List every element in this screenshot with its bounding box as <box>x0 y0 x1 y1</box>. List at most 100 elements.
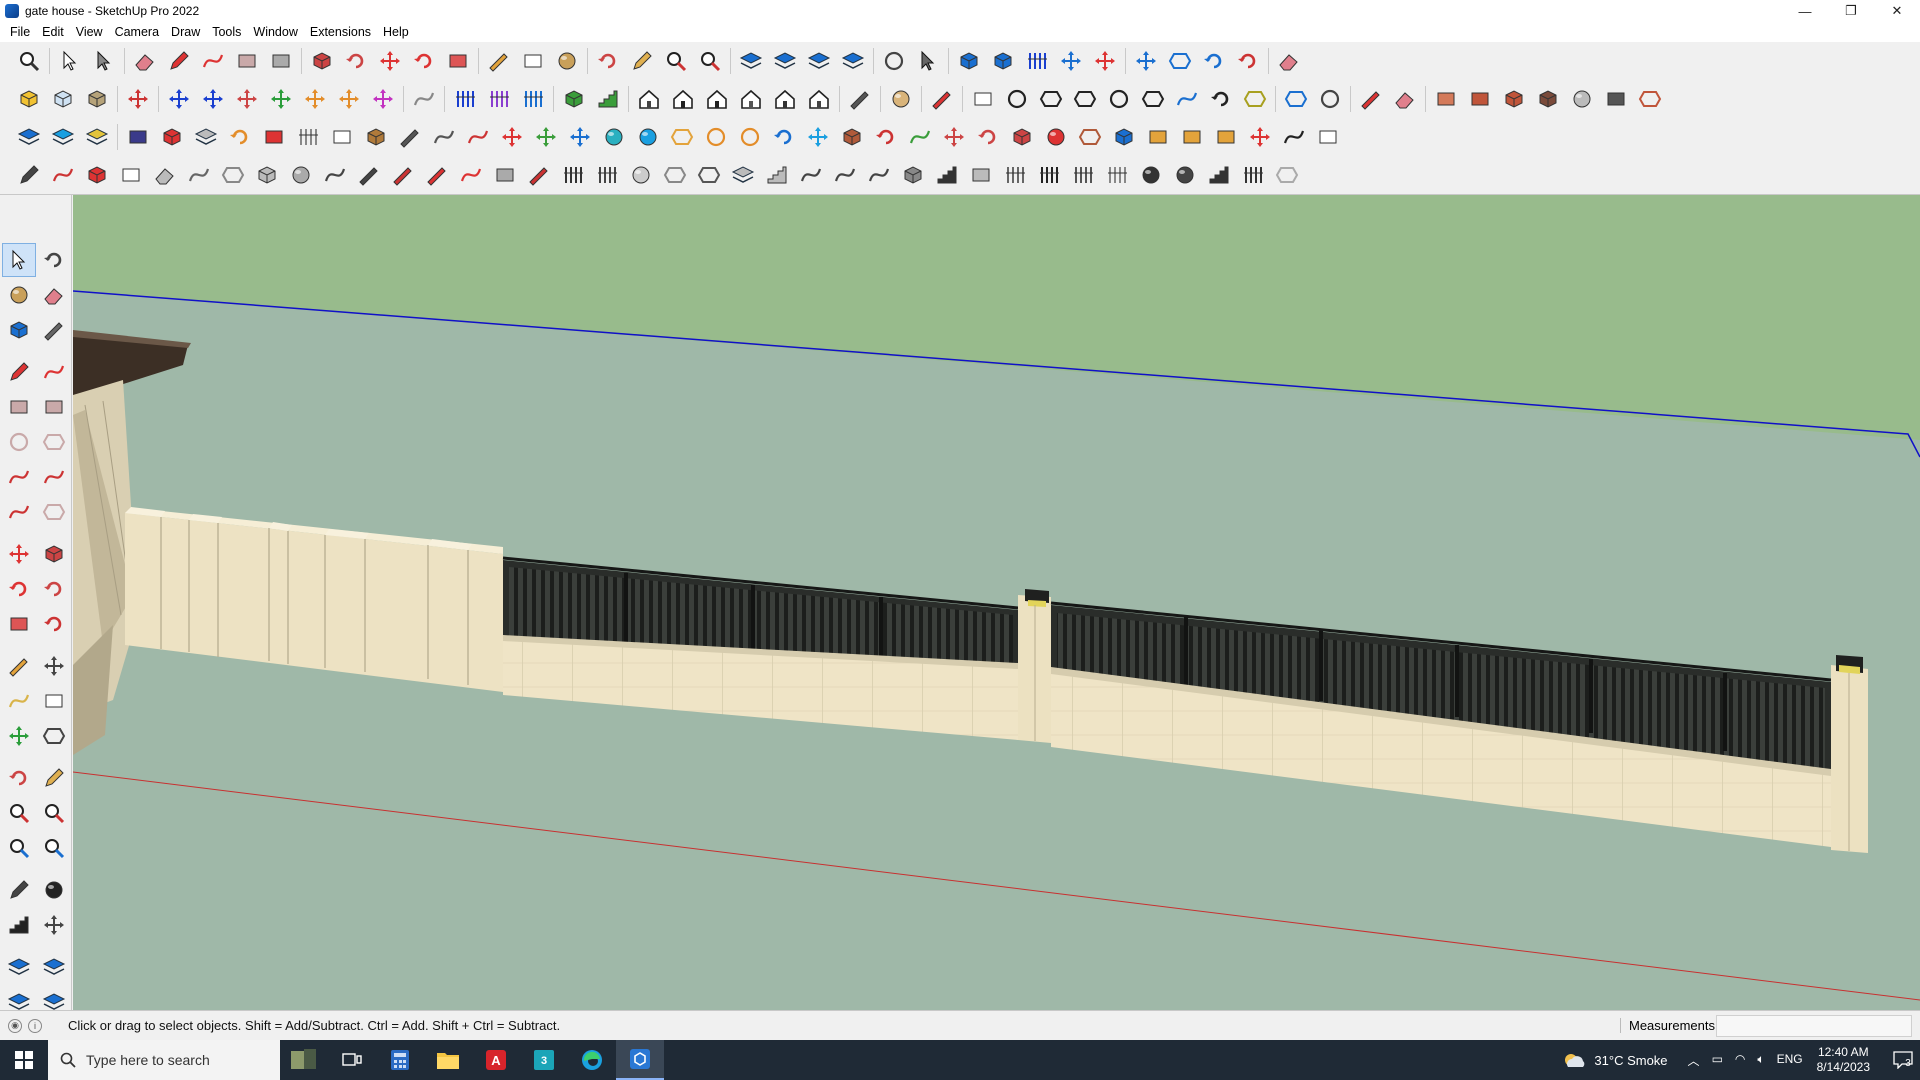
lt-extension-warehouse-button[interactable] <box>37 950 71 984</box>
tilt-button[interactable] <box>658 158 692 192</box>
house-1-button[interactable] <box>632 82 666 116</box>
ring-button[interactable] <box>699 120 733 154</box>
language-indicator[interactable]: ENG <box>1777 1052 1803 1069</box>
paint-bucket-button[interactable] <box>550 44 584 78</box>
extension-manager-button[interactable] <box>836 44 870 78</box>
slope-button[interactable] <box>760 158 794 192</box>
fountain-button[interactable] <box>631 120 665 154</box>
texture-4-button[interactable] <box>1531 82 1565 116</box>
dotted-ring-button[interactable] <box>733 120 767 154</box>
menu-tools[interactable]: Tools <box>206 25 247 39</box>
close-button[interactable]: ✕ <box>1874 0 1920 22</box>
weld-button[interactable] <box>1354 82 1388 116</box>
shape-spiral-button[interactable] <box>1204 82 1238 116</box>
taskbar-sketchup[interactable] <box>616 1040 664 1080</box>
joint-3-button[interactable] <box>420 158 454 192</box>
lt-dimension-button[interactable] <box>37 649 71 683</box>
fan-2-button[interactable] <box>828 158 862 192</box>
mirror-button[interactable] <box>1163 44 1197 78</box>
texture-1-button[interactable] <box>1429 82 1463 116</box>
orange-grid-2-button[interactable] <box>1175 120 1209 154</box>
lt-polygon-button[interactable] <box>37 425 71 459</box>
link-button[interactable] <box>393 120 427 154</box>
lt-axes-button[interactable] <box>2 719 36 753</box>
lt-pie-button[interactable] <box>37 495 71 529</box>
shape-circle-button[interactable] <box>1000 82 1034 116</box>
sandbox-3-button[interactable] <box>250 158 284 192</box>
1001bit-tool-7-button[interactable] <box>366 82 400 116</box>
align-button[interactable] <box>1054 44 1088 78</box>
offset-1-button[interactable] <box>1279 82 1313 116</box>
axes-button[interactable] <box>1129 44 1163 78</box>
zoom-button[interactable] <box>659 44 693 78</box>
extension-tool-button[interactable] <box>1272 44 1306 78</box>
green-path-button[interactable] <box>903 120 937 154</box>
grey-tool-button[interactable] <box>189 120 223 154</box>
lt-follow-me-button[interactable] <box>37 572 71 606</box>
lt-select-button[interactable] <box>2 243 36 277</box>
fan-1-button[interactable] <box>794 158 828 192</box>
blue-face-2-button[interactable] <box>46 120 80 154</box>
section-2-button[interactable] <box>482 82 516 116</box>
undo-button[interactable] <box>1197 44 1231 78</box>
textured-box-button[interactable] <box>80 82 114 116</box>
lt-paint-button[interactable] <box>2 278 36 312</box>
chevron-up-icon[interactable]: ︿ <box>1688 1052 1700 1069</box>
small-move-button[interactable] <box>937 120 971 154</box>
info-icon[interactable]: i <box>28 1018 42 1033</box>
joint-4-button[interactable] <box>454 158 488 192</box>
lt-walk-button[interactable] <box>2 908 36 942</box>
lt-look-around-button[interactable] <box>37 873 71 907</box>
rectangle-button[interactable] <box>230 44 264 78</box>
freehand-2-button[interactable] <box>46 158 80 192</box>
gear-grid-button[interactable] <box>1073 120 1107 154</box>
component-button[interactable] <box>952 44 986 78</box>
brick-1-button[interactable] <box>896 158 930 192</box>
railing-2-button[interactable] <box>590 158 624 192</box>
dots-button[interactable] <box>461 120 495 154</box>
menu-extensions[interactable]: Extensions <box>304 25 377 39</box>
panel-1-button[interactable] <box>964 158 998 192</box>
text-label-button[interactable] <box>121 120 155 154</box>
offset-2-button[interactable] <box>1313 82 1347 116</box>
follow-me-button[interactable] <box>339 44 373 78</box>
lt-push-pull-button[interactable] <box>37 537 71 571</box>
warehouse-button[interactable] <box>734 44 768 78</box>
start-button[interactable] <box>0 1040 48 1080</box>
1001bit-tool-6-button[interactable] <box>332 82 366 116</box>
redo-button[interactable] <box>1231 44 1265 78</box>
list-button[interactable] <box>291 120 325 154</box>
lt-orbit2-button[interactable] <box>2 761 36 795</box>
house-6-button[interactable] <box>802 82 836 116</box>
taskbar-clock[interactable]: 12:40 AM 8/14/2023 <box>1817 1045 1870 1075</box>
star-button[interactable] <box>801 120 835 154</box>
shape-arc-button[interactable] <box>1170 82 1204 116</box>
notification-center-button[interactable]: 3 <box>1884 1051 1920 1069</box>
taskbar-3dsmax[interactable]: 3 <box>520 1040 568 1080</box>
taskbar-task-view[interactable] <box>328 1040 376 1080</box>
small-scale-button[interactable] <box>1005 120 1039 154</box>
align-up-button[interactable] <box>1088 44 1122 78</box>
brick-2-button[interactable] <box>930 158 964 192</box>
speaker-icon[interactable]: 🔈︎ <box>1757 1052 1764 1069</box>
lt-pan-button[interactable] <box>37 761 71 795</box>
cone-button[interactable] <box>597 120 631 154</box>
1001bit-tool-3-button[interactable] <box>230 82 264 116</box>
lt-scale-button[interactable] <box>2 607 36 641</box>
menu-edit[interactable]: Edit <box>36 25 70 39</box>
green-face-button[interactable] <box>557 82 591 116</box>
taskbar-edge[interactable] <box>568 1040 616 1080</box>
freehand-1-button[interactable] <box>12 158 46 192</box>
lt-3pt-arc-button[interactable] <box>2 495 36 529</box>
dotted-arc-button[interactable] <box>1277 120 1311 154</box>
texture-7-button[interactable] <box>1633 82 1667 116</box>
panel-button[interactable] <box>325 120 359 154</box>
taskbar-file-explorer[interactable] <box>424 1040 472 1080</box>
freehand-3-button[interactable] <box>80 158 114 192</box>
fan-3-button[interactable] <box>862 158 896 192</box>
pattern-3-button[interactable] <box>1100 158 1134 192</box>
texture-3-button[interactable] <box>1497 82 1531 116</box>
1001bit-tool-4-button[interactable] <box>264 82 298 116</box>
lt-zoom-extents-button[interactable] <box>2 831 36 865</box>
lt-zoom-button[interactable] <box>2 796 36 830</box>
